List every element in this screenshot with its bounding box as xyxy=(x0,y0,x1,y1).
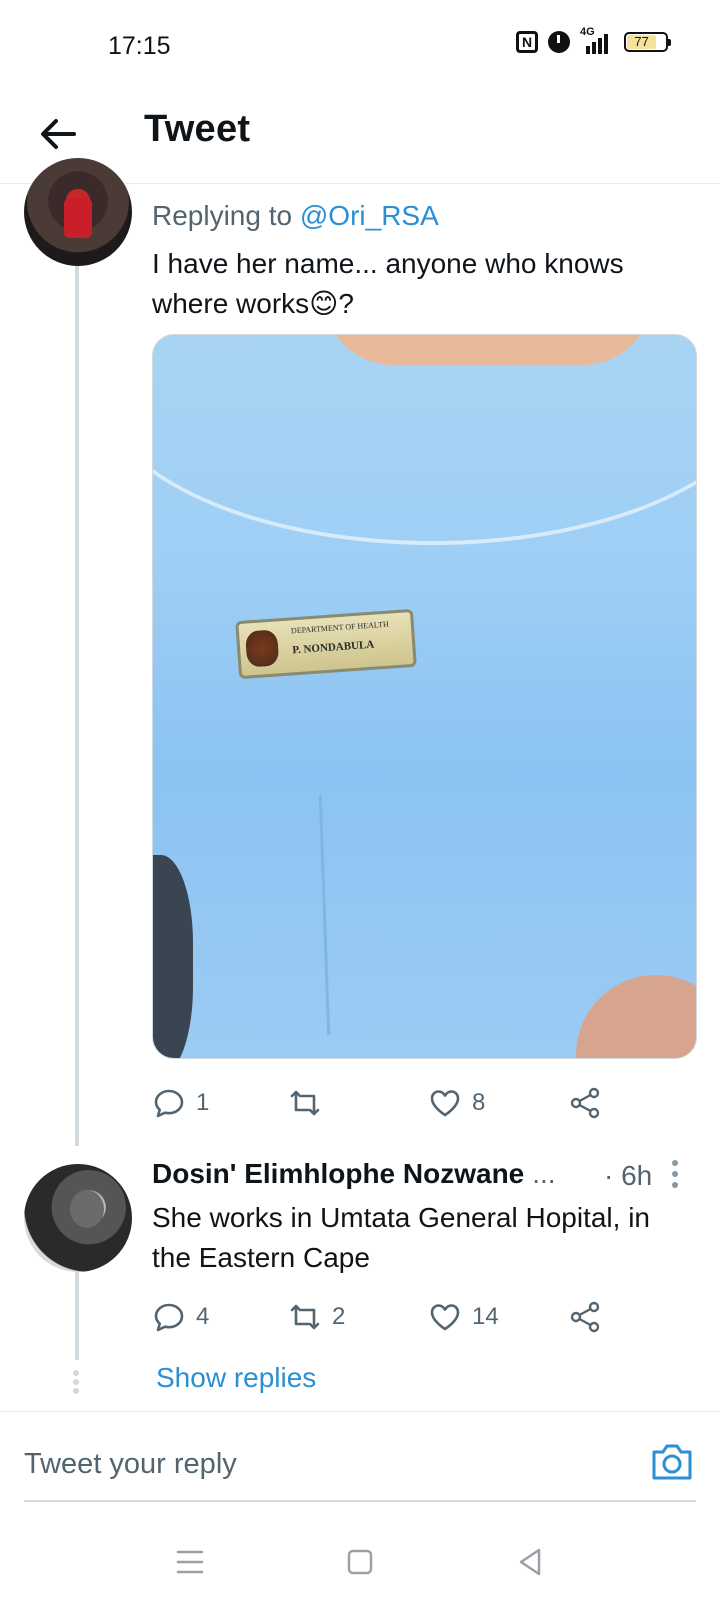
tweet-text: She works in Umtata General Hopital, in … xyxy=(152,1198,697,1278)
square-icon xyxy=(347,1549,373,1575)
reply-icon xyxy=(154,1089,184,1118)
status-time: 17:15 xyxy=(108,32,171,60)
avatar[interactable] xyxy=(24,1164,132,1272)
tweet-text-line: the Eastern Cape xyxy=(152,1242,370,1273)
retweet-icon xyxy=(290,1090,320,1116)
like-button[interactable]: 14 xyxy=(428,1300,568,1334)
tweet-actions: 4 2 14 xyxy=(152,1300,602,1334)
alarm-icon xyxy=(548,31,570,53)
reply-button[interactable]: 4 xyxy=(152,1300,288,1334)
like-count: 14 xyxy=(472,1303,499,1330)
status-icons: N 4G 77 xyxy=(516,26,671,54)
menu-icon xyxy=(176,1550,204,1574)
back-nav-button[interactable] xyxy=(510,1542,550,1582)
share-icon xyxy=(570,1087,600,1119)
more-options-button[interactable] xyxy=(672,1158,680,1190)
thread-continuation-dots xyxy=(73,1370,81,1397)
triangle-back-icon xyxy=(519,1548,541,1576)
image-collar xyxy=(153,335,696,545)
system-nav-bar xyxy=(0,1520,720,1600)
tweet-text-line: I have her name... anyone who knows xyxy=(152,248,624,279)
tweet-text-line: where works😊? xyxy=(152,284,672,324)
like-count: 8 xyxy=(472,1089,486,1116)
heart-icon xyxy=(430,1304,460,1331)
tweet-text-part: ? xyxy=(338,288,354,319)
share-icon xyxy=(570,1301,600,1333)
tweet-text: I have her name... anyone who knows wher… xyxy=(152,244,672,324)
retweet-button[interactable] xyxy=(288,1086,428,1120)
reply-button[interactable]: 1 xyxy=(152,1086,288,1120)
image-shadow xyxy=(153,855,193,1058)
author-name[interactable]: Dosin' Elimhlophe Nozwane... xyxy=(152,1158,556,1190)
heart-icon xyxy=(430,1090,460,1117)
camera-icon xyxy=(652,1444,692,1480)
replying-to: Replying to @Ori_RSA xyxy=(152,200,439,232)
nfc-icon: N xyxy=(516,31,538,53)
image-arm xyxy=(576,975,696,1058)
share-button[interactable] xyxy=(568,1300,602,1334)
signal-icon: 4G xyxy=(580,26,614,54)
replying-prefix: Replying to xyxy=(152,200,293,231)
show-replies-link[interactable]: Show replies xyxy=(156,1362,316,1394)
battery-icon: 77 xyxy=(624,32,671,52)
reply-box xyxy=(24,1432,696,1502)
crest-icon xyxy=(244,629,280,668)
retweet-icon xyxy=(290,1304,320,1330)
author-display-name: Dosin' Elimhlophe Nozwane xyxy=(152,1158,525,1189)
thread-line xyxy=(75,266,79,1146)
reply-input[interactable] xyxy=(24,1442,584,1486)
tweet-text-part: where works xyxy=(152,288,310,319)
like-button[interactable]: 8 xyxy=(428,1086,568,1120)
share-button[interactable] xyxy=(568,1086,602,1120)
retweet-count: 2 xyxy=(332,1303,346,1330)
arrow-left-icon xyxy=(41,119,76,149)
battery-level: 77 xyxy=(627,35,657,49)
reply-count: 4 xyxy=(196,1303,210,1330)
author-ellipsis: ... xyxy=(532,1158,556,1189)
page-title: Tweet xyxy=(144,108,251,150)
tweet-actions: 1 8 xyxy=(152,1086,602,1120)
reply-count: 1 xyxy=(196,1089,210,1116)
badge-department: DEPARTMENT OF HEALTH xyxy=(290,619,389,636)
camera-button[interactable] xyxy=(650,1442,694,1482)
status-bar: 17:15 N 4G 77 xyxy=(0,0,720,90)
tweet-timestamp[interactable]: · 6h xyxy=(604,1160,652,1192)
menu-nav-button[interactable] xyxy=(170,1542,210,1582)
badge-name: P. NONDABULA xyxy=(291,638,375,657)
reply-icon xyxy=(154,1303,184,1332)
divider xyxy=(0,1411,720,1412)
image-fold xyxy=(318,795,331,1035)
smile-emoji: 😊 xyxy=(309,288,339,319)
back-button[interactable] xyxy=(34,110,82,158)
name-badge: DEPARTMENT OF HEALTH P. NONDABULA xyxy=(235,608,417,680)
thread-line xyxy=(75,1272,79,1360)
replying-handle-link[interactable]: @Ori_RSA xyxy=(300,200,439,231)
retweet-button[interactable]: 2 xyxy=(288,1300,428,1334)
tweet-text-line: She works in Umtata General Hopital, in xyxy=(152,1202,650,1233)
avatar[interactable] xyxy=(24,158,132,266)
home-nav-button[interactable] xyxy=(340,1542,380,1582)
tweet-media-image[interactable]: DEPARTMENT OF HEALTH P. NONDABULA xyxy=(152,334,697,1059)
